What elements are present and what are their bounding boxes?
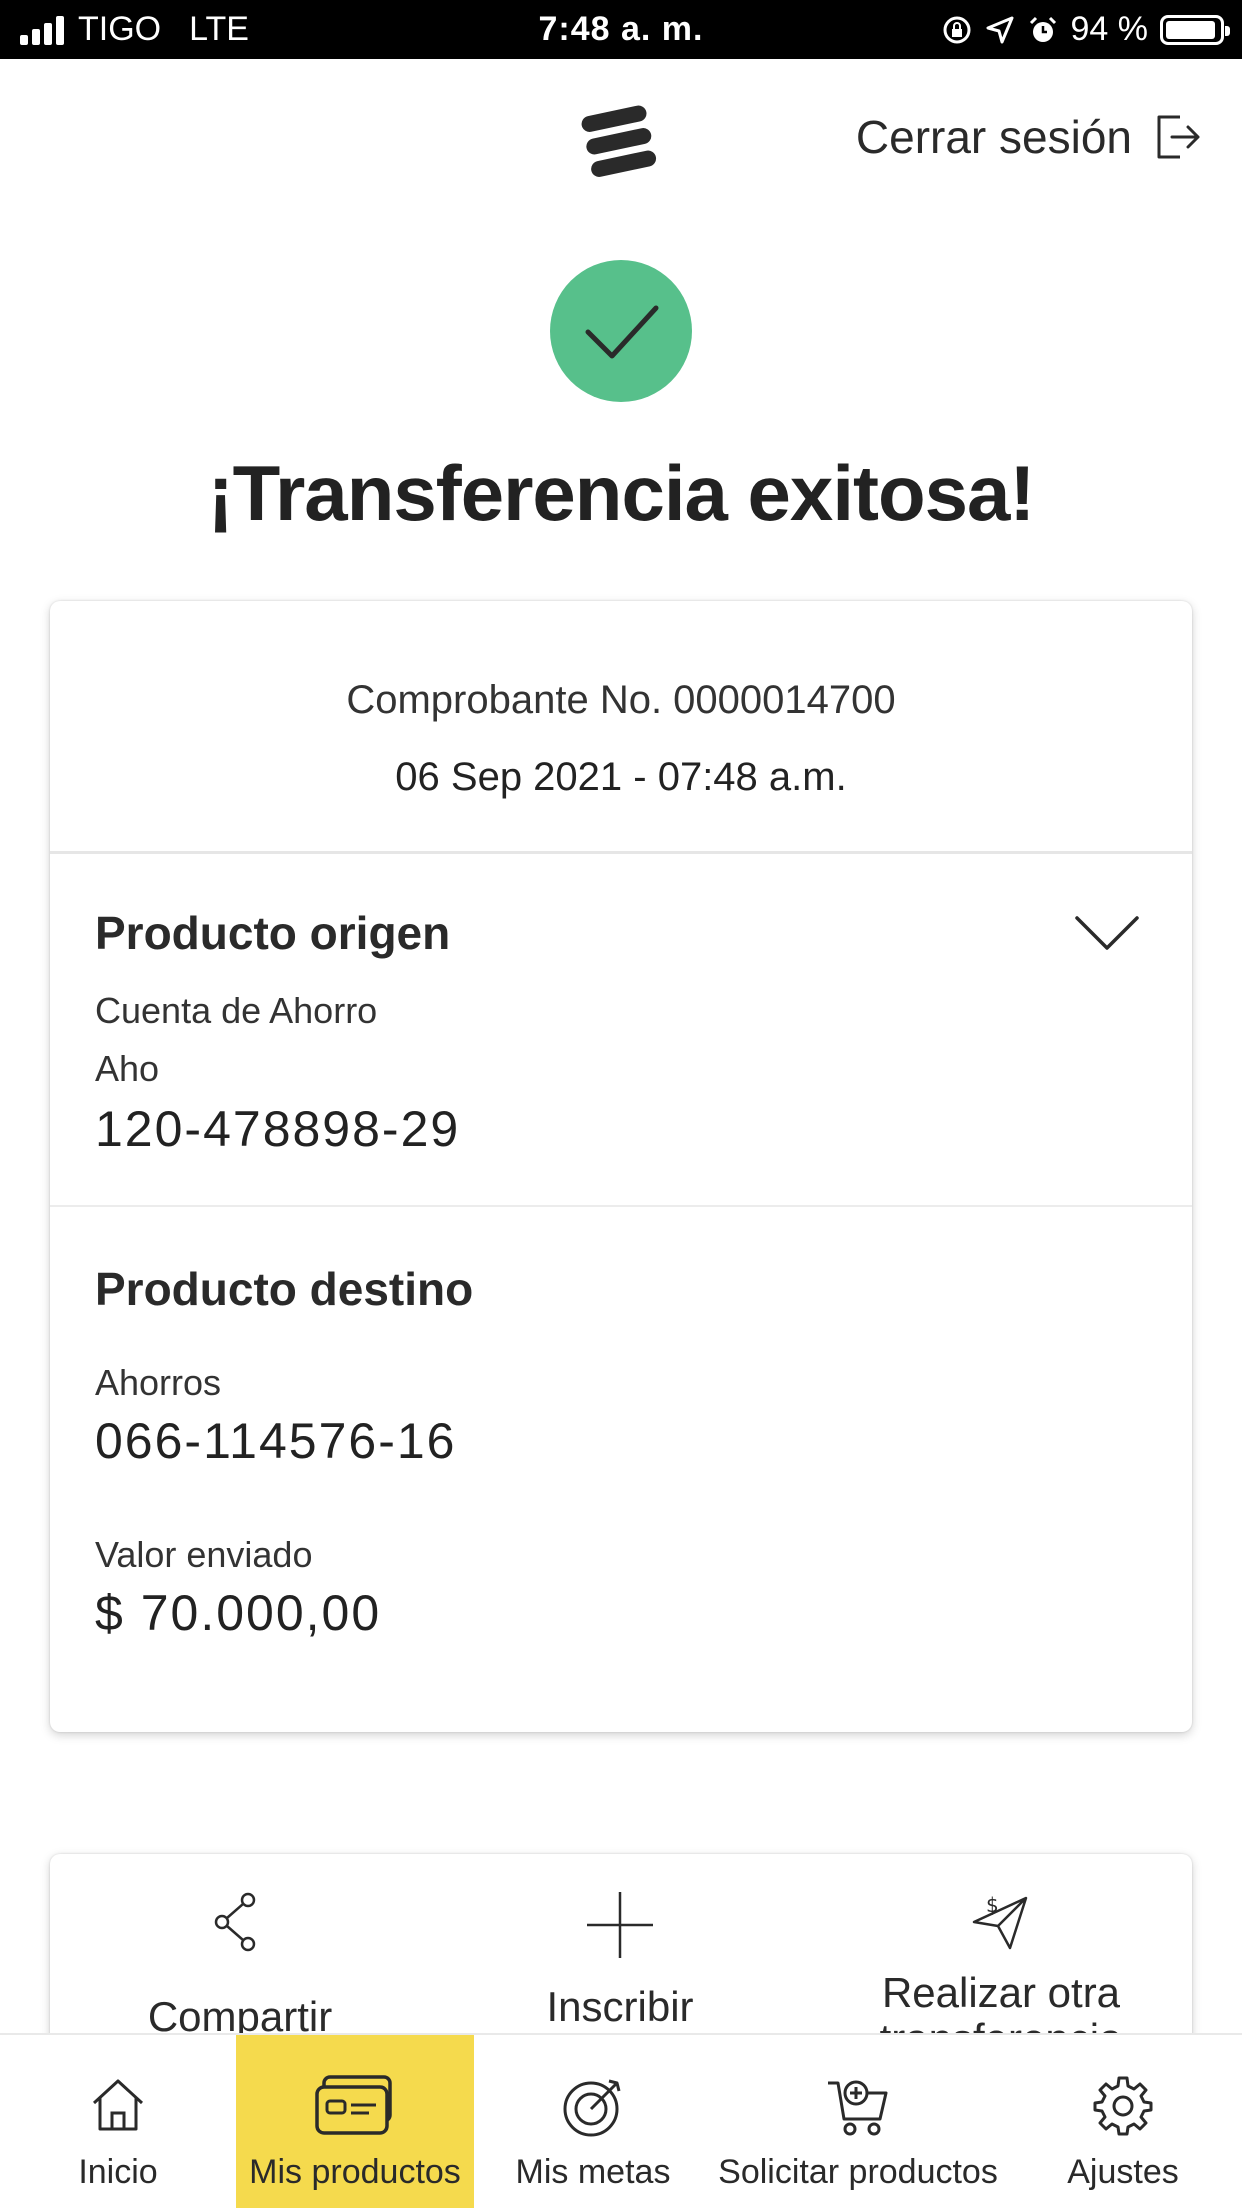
destination-title: Producto destino (95, 1263, 474, 1315)
tab-mis-metas[interactable]: Mis metas (474, 2035, 712, 2208)
logout-label: Cerrar sesión (855, 111, 1132, 163)
destination-account-type: Ahorros (95, 1362, 222, 1403)
logout-icon (1157, 115, 1200, 159)
send-money-icon: $ (972, 1893, 1028, 1950)
new-transfer-label-line1: Realizar otra (881, 1969, 1121, 2016)
enroll-label: Inscribir (546, 1983, 694, 2030)
share-icon (214, 1892, 256, 1952)
success-badge (550, 260, 692, 402)
alarm-icon (1029, 16, 1056, 42)
receipt-header: Comprobante No. 0000014700 06 Sep 2021 -… (50, 601, 1192, 854)
tab-mis-productos[interactable]: Mis productos (236, 2035, 474, 2208)
gear-icon (1093, 2076, 1153, 2136)
receipt-datetime: 06 Sep 2021 - 07:48 a.m. (395, 755, 847, 799)
bottom-tab-bar: Inicio Mis productos Mis metas Solicitar… (0, 2033, 1242, 2208)
tab-mis-productos-label: Mis productos (249, 2153, 461, 2191)
tab-solicitar-productos[interactable]: Solicitar productos (712, 2035, 1004, 2208)
status-bar: TIGO LTE 7:48 a. m. 94 % (0, 0, 1242, 59)
bank-logo-icon (581, 105, 657, 177)
target-icon (563, 2079, 621, 2137)
tab-ajustes[interactable]: Ajustes (1004, 2035, 1242, 2208)
amount-value: $ 70.000,00 (95, 1585, 382, 1641)
receipt-card: Comprobante No. 0000014700 06 Sep 2021 -… (50, 601, 1192, 1732)
tab-inicio-label: Inicio (78, 2153, 158, 2191)
svg-text:$: $ (986, 1893, 999, 1917)
tab-solicitar-productos-label: Solicitar productos (718, 2153, 998, 2191)
check-icon (585, 305, 659, 359)
tab-mis-metas-label: Mis metas (515, 2153, 671, 2191)
amount-label: Valor enviado (95, 1534, 313, 1575)
destination-product-section: Producto destino Ahorros 066-114576-16 V… (50, 1207, 1192, 1642)
tab-inicio[interactable]: Inicio (0, 2035, 236, 2208)
rotation-lock-icon (943, 16, 970, 43)
logout-button[interactable]: Cerrar sesión (856, 102, 1202, 172)
wallet-cards-icon (315, 2075, 392, 2135)
location-icon (986, 16, 1013, 43)
home-icon (92, 2079, 144, 2131)
origin-account-name: Aho (95, 1048, 160, 1089)
chevron-down-icon[interactable] (1074, 914, 1140, 954)
battery-icon (1160, 14, 1230, 45)
receipt-number: Comprobante No. 0000014700 (346, 678, 896, 722)
status-right: 94 % (941, 0, 1230, 59)
battery-percent: 94 % (1070, 10, 1149, 48)
origin-product-section: Producto origen Cuenta de Ahorro Aho 120… (50, 854, 1192, 1207)
origin-account-number: 120-478898-29 (95, 1101, 461, 1157)
tab-ajustes-label: Ajustes (1067, 2153, 1179, 2191)
cart-add-icon (828, 2080, 888, 2136)
origin-account-type: Cuenta de Ahorro (95, 990, 378, 1031)
plus-icon (587, 1892, 653, 1958)
destination-account-number: 066-114576-16 (95, 1413, 457, 1469)
success-title: ¡Transferencia exitosa! (207, 449, 1036, 537)
origin-title: Producto origen (95, 907, 451, 959)
